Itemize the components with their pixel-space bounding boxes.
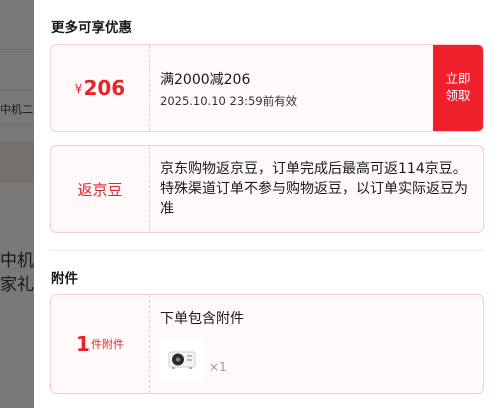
attachments-heading: 附件 bbox=[51, 271, 78, 287]
attachment-count: 1 bbox=[76, 332, 90, 356]
jingdou-label-cell: 返京豆 bbox=[51, 146, 150, 232]
coupon-title: 满2000减206 bbox=[160, 72, 251, 88]
coupon-card: ¥206 满2000减206 2025.10.10 23:59前有效 立即领取 bbox=[50, 44, 484, 132]
currency-symbol: ¥ bbox=[74, 82, 83, 96]
coupon-info: 满2000减206 2025.10.10 23:59前有效 bbox=[150, 45, 433, 131]
attachment-description: 下单包含附件 bbox=[160, 311, 244, 327]
claim-coupon-button[interactable]: 立即领取 bbox=[433, 45, 483, 131]
jingdou-description: 京东购物返京豆，订单完成后最高可返114京豆。特殊渠道订单不参与购物返豆，以订单… bbox=[160, 161, 468, 217]
jingdou-description-cell: 京东购物返京豆，订单完成后最高可返114京豆。特殊渠道订单不参与购物返豆，以订单… bbox=[150, 146, 483, 232]
air-conditioner-outdoor-unit-icon[interactable] bbox=[160, 338, 204, 382]
offers-drawer: 更多可享优惠 ¥206 满2000减206 2025.10.10 23:59前有… bbox=[34, 0, 500, 408]
attachment-item: ×1 bbox=[160, 338, 473, 382]
coupon-expiry: 2025.10.10 23:59前有效 bbox=[160, 94, 298, 108]
jingdou-rebate-card: 返京豆 京东购物返京豆，订单完成后最高可返114京豆。特殊渠道订单不参与购物返豆… bbox=[50, 145, 484, 233]
attachment-count-cell: 1 件附件 bbox=[51, 295, 150, 393]
coupon-price-value: 206 bbox=[83, 76, 126, 100]
attachment-info: 下单包含附件 ×1 bbox=[150, 295, 483, 393]
more-offers-heading: 更多可享优惠 bbox=[51, 20, 132, 36]
attachment-card: 1 件附件 下单包含附件 ×1 bbox=[50, 294, 484, 394]
attachment-quantity: ×1 bbox=[209, 360, 227, 374]
coupon-price: ¥206 bbox=[75, 76, 125, 100]
jingdou-label: 返京豆 bbox=[77, 180, 123, 199]
attachment-unit: 件附件 bbox=[90, 338, 124, 351]
section-divider bbox=[50, 250, 484, 251]
claim-coupon-label: 立即领取 bbox=[445, 72, 471, 103]
screen: 中机二 中机二 家礼 更多可享优惠 ¥206 满2000减206 2025.10… bbox=[0, 0, 500, 408]
coupon-amount: ¥206 bbox=[51, 45, 150, 131]
